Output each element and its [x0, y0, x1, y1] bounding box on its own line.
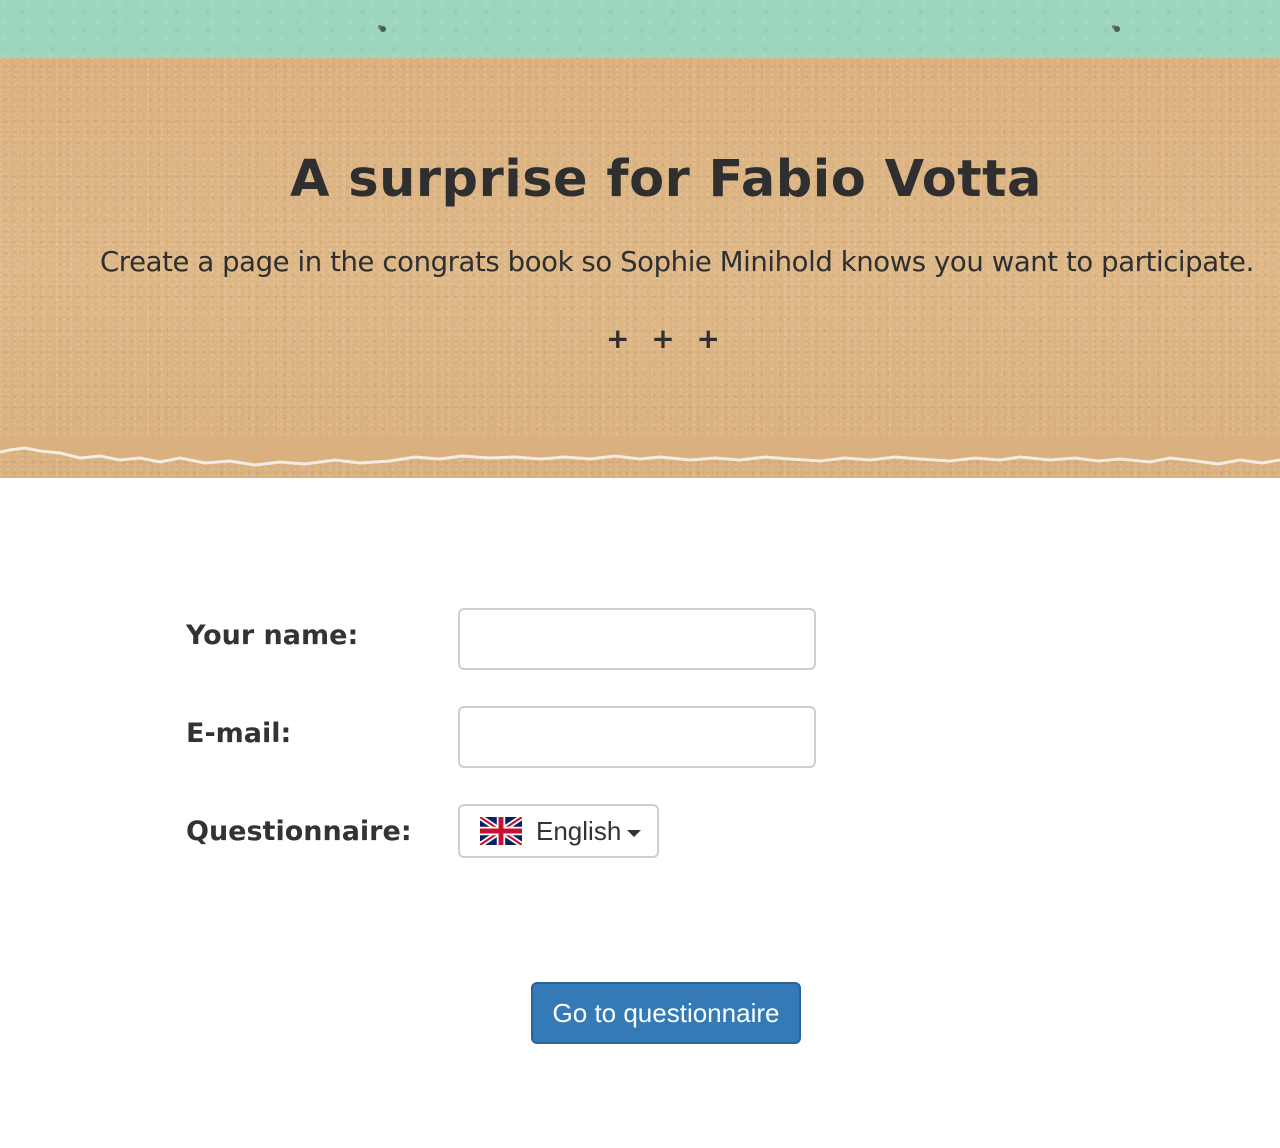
page-title: A surprise for Fabio Votta: [290, 150, 1042, 209]
language-dropdown[interactable]: English: [458, 804, 659, 858]
chevron-down-icon: [627, 829, 642, 837]
torn-paper-edge: [0, 436, 1280, 467]
email-label: E-mail:: [186, 718, 292, 749]
uk-flag-icon: [480, 817, 522, 845]
language-selected: English: [536, 815, 622, 846]
go-to-questionnaire-button[interactable]: Go to questionnaire: [531, 982, 801, 1044]
page-subtitle: Create a page in the congrats book so So…: [100, 246, 1254, 278]
pin-icon: [1114, 26, 1120, 32]
name-input[interactable]: [458, 608, 816, 670]
questionnaire-label: Questionnaire:: [186, 816, 412, 847]
email-input[interactable]: [458, 706, 816, 768]
top-banner-strip: [0, 0, 1280, 60]
decorative-divider: + + +: [606, 322, 726, 355]
pin-icon: [380, 26, 386, 32]
name-label: Your name:: [186, 620, 359, 651]
